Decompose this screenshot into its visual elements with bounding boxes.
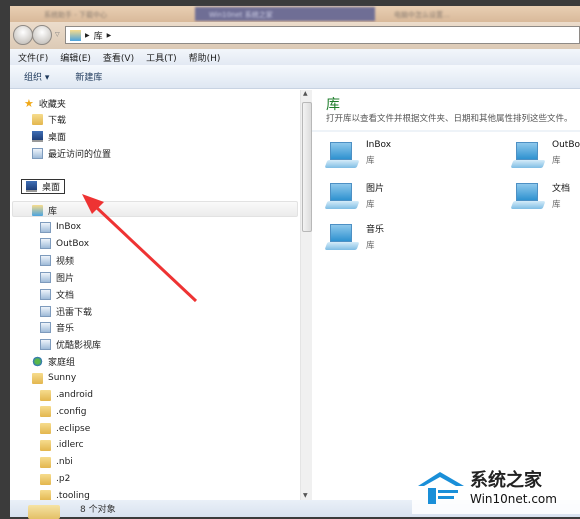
watermark-name: 系统之家 (470, 470, 542, 491)
watermark-logo: 系统之家 Win10net.com (412, 462, 580, 514)
watermark-site: Win10net.com (470, 492, 557, 506)
house-logo-icon (418, 472, 464, 504)
annotation-arrow (82, 194, 198, 303)
